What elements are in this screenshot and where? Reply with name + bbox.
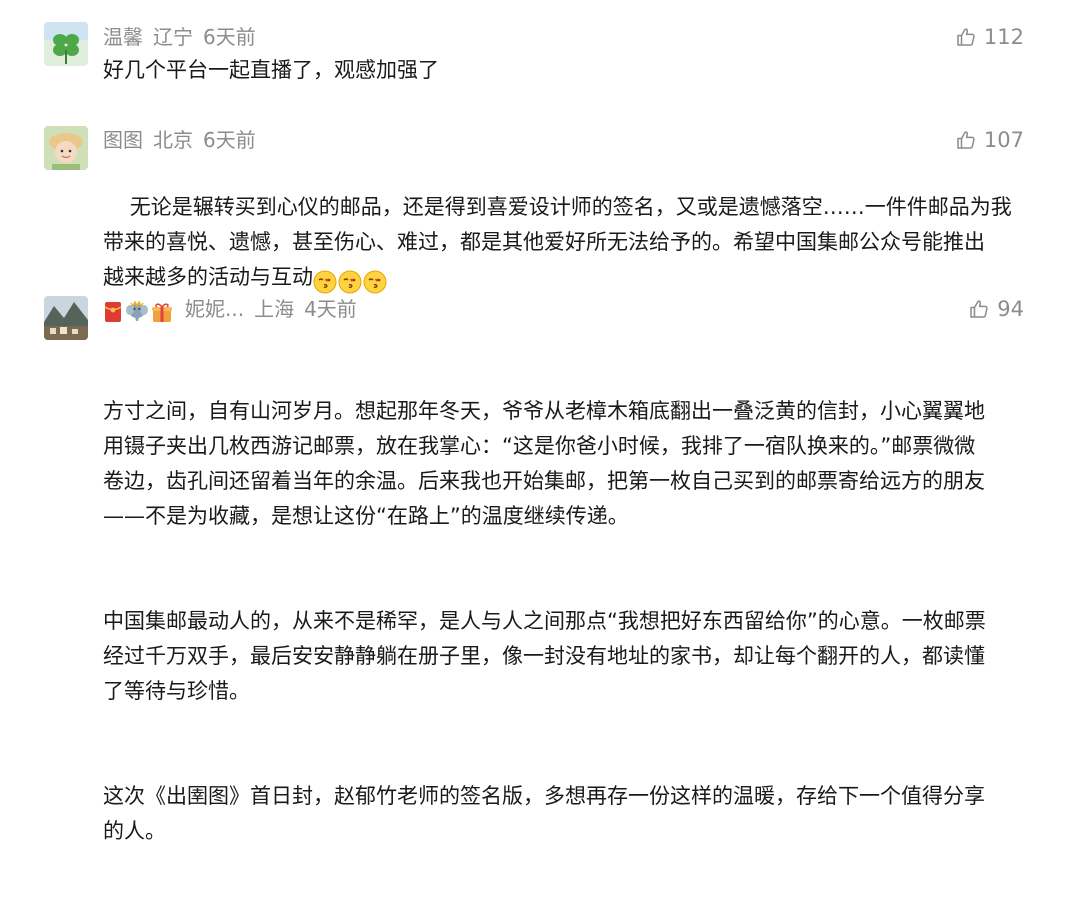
landscape-photo-avatar-icon: [44, 296, 88, 340]
like-count: 94: [997, 297, 1024, 321]
like-count: 112: [983, 25, 1024, 49]
comment-paragraph: 方寸之间，自有山河岁月。想起那年冬天，爷爷从老樟木箱底翻出一叠泛黄的信封，小心翼…: [103, 399, 985, 528]
location: 上海: [254, 297, 295, 321]
comment-text: 好几个平台一起直播了，观感加强了: [103, 58, 439, 82]
comment-text-body: 无论是辗转买到心仪的邮品，还是得到喜爱设计师的签名，又或是遗憾落空……一件件邮品…: [103, 195, 1012, 289]
gift-badge-icon: [152, 303, 172, 322]
timestamp: 6天前: [203, 128, 256, 152]
kiss-emoji-icon: [338, 270, 362, 294]
user-badges: [103, 296, 175, 326]
child-photo-avatar-icon: [44, 126, 88, 170]
comment-paragraph: 这次《出圉图》首日封，赵郁竹老师的签名版，多想再存一份这样的温暖，存给下一个值得…: [103, 784, 985, 843]
avatar[interactable]: [44, 296, 88, 340]
kiss-emoji-icon: [313, 270, 337, 294]
comment-meta: 图图 北京 6天前: [103, 125, 256, 155]
location: 辽宁: [153, 25, 193, 49]
thumbs-up-icon: [957, 131, 975, 149]
timestamp: 4天前: [304, 297, 357, 321]
elephant-badge-icon: [126, 301, 148, 321]
red-packet-badge-icon: [104, 302, 122, 322]
location: 北京: [153, 128, 193, 152]
timestamp: 6天前: [203, 25, 256, 49]
comment-text: 方寸之间，自有山河岁月。想起那年冬天，爷爷从老樟木箱底翻出一叠泛黄的信封，小心翼…: [103, 324, 1033, 919]
thumbs-up-icon: [957, 28, 975, 46]
like-button[interactable]: 94: [969, 294, 1024, 324]
like-count: 107: [983, 128, 1024, 152]
clover-avatar-icon: [44, 22, 88, 66]
like-button[interactable]: 107: [956, 125, 1024, 155]
comment-paragraph: 中国集邮最动人的，从来不是稀罕，是人与人之间那点“我想把好东西留给你”的心意。一…: [103, 609, 986, 703]
thumbs-up-icon: [970, 300, 988, 318]
username[interactable]: 温馨: [103, 25, 143, 49]
username[interactable]: 妮妮...: [185, 297, 244, 321]
kiss-emoji-icon: [363, 270, 387, 294]
username[interactable]: 图图: [103, 128, 143, 152]
avatar[interactable]: [44, 126, 88, 170]
comment-meta: 妮妮... 上海 4天前: [103, 294, 357, 324]
comment-meta: 温馨 辽宁 6天前: [103, 22, 256, 52]
avatar[interactable]: [44, 22, 88, 66]
like-button[interactable]: 112: [956, 22, 1024, 52]
